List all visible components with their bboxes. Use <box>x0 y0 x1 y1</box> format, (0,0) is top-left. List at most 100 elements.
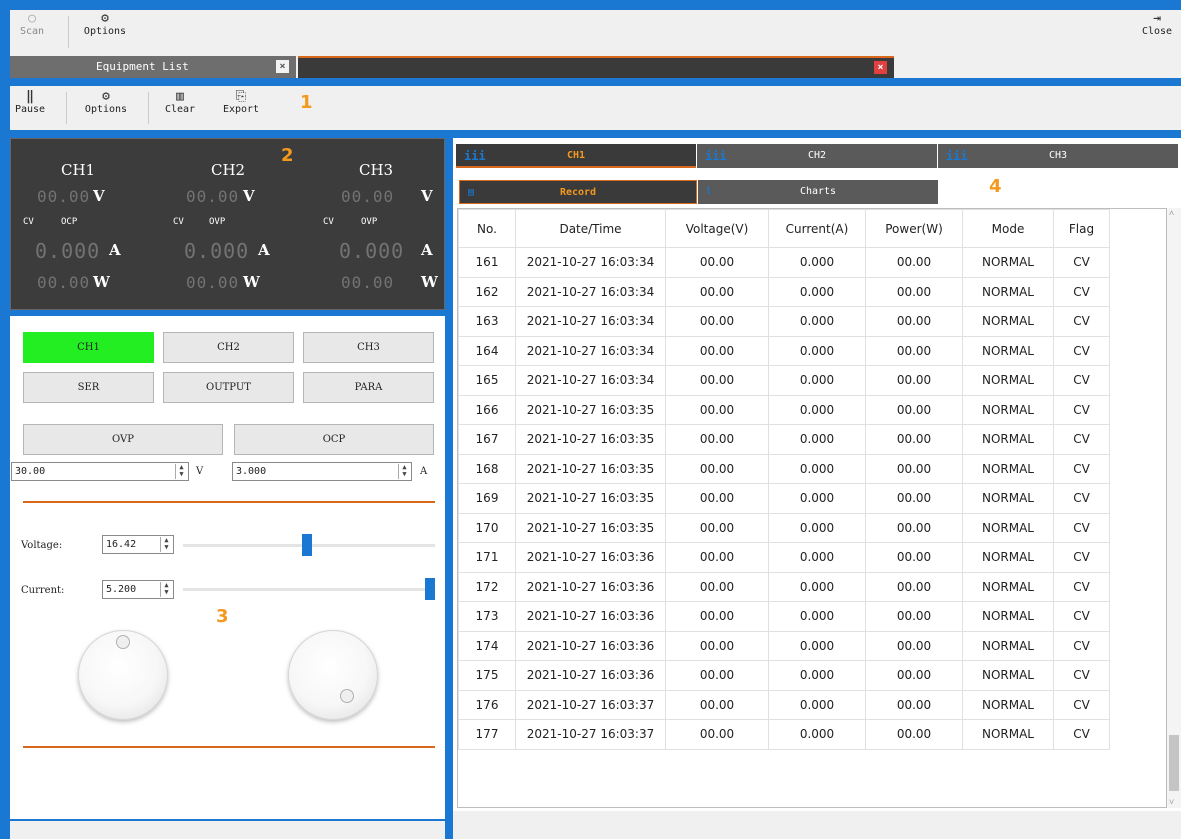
record-toolbar: ‖ Pause ⚙ Options ▥ Clear ⎘ Export 1 <box>10 86 1181 130</box>
trash-icon: ▥ <box>176 89 184 104</box>
export-button[interactable]: ⎘ Export <box>216 90 266 116</box>
column-header[interactable]: Flag <box>1053 209 1110 248</box>
options-button[interactable]: ⚙ Options <box>78 90 134 116</box>
table-row[interactable]: 170 2021-10-27 16:03:35 00.00 0.000 00.00 NOR… <box>458 512 1110 543</box>
table-cell: 0.000 <box>768 453 866 484</box>
table-row[interactable]: 167 2021-10-27 16:03:35 00.00 0.000 00.00 NOR… <box>458 424 1110 455</box>
table-cell: 2021-10-27 16:03:34 <box>515 365 666 396</box>
column-header[interactable]: Date/Time <box>515 209 666 248</box>
table-row[interactable]: 161 2021-10-27 16:03:34 00.00 0.000 00.00 NOR… <box>458 247 1110 278</box>
close-icon[interactable]: × <box>276 60 289 73</box>
options-button[interactable]: ⚙ Options <box>80 11 130 38</box>
tab-strip: Equipment List × × <box>10 54 1181 78</box>
column-header[interactable]: Voltage(V) <box>665 209 769 248</box>
table-cell: 00.00 <box>665 542 769 573</box>
records-panel: iii CH1 iii CH2 iii CH3 ▤ Record ⌇ Chart… <box>453 138 1181 839</box>
scroll-thumb[interactable] <box>1169 735 1179 791</box>
table-cell: 2021-10-27 16:03:36 <box>515 571 666 602</box>
spin-arrows-icon[interactable]: ▲ ▼ <box>398 464 410 479</box>
ch3-voltage: 00.00 <box>341 187 395 206</box>
ch3-button[interactable]: CH3 <box>303 332 434 363</box>
voltage-label: Voltage: <box>21 540 63 551</box>
tab-ch1[interactable]: iii CH1 <box>456 144 696 168</box>
table-row[interactable]: 166 2021-10-27 16:03:35 00.00 0.000 00.00 NOR… <box>458 394 1110 425</box>
ovp-input[interactable]: 30.00 ▲ ▼ <box>11 462 189 481</box>
table-cell: 00.00 <box>865 247 963 278</box>
table-cell: 175 <box>458 660 516 691</box>
tab-device[interactable]: × <box>298 56 894 78</box>
output-button[interactable]: OUTPUT <box>163 372 294 403</box>
tab-ch2[interactable]: iii CH2 <box>697 144 937 168</box>
para-button[interactable]: PARA <box>303 372 434 403</box>
ocp-button[interactable]: OCP <box>234 424 434 455</box>
spin-arrows-icon[interactable]: ▲ ▼ <box>160 537 172 552</box>
records-grid: No. Date/Time Voltage(V) Current(A) Power(W)… <box>458 209 1110 750</box>
ch1-current: 0.000 <box>35 239 101 263</box>
table-cell: CV <box>1053 394 1110 425</box>
bar-icon: iii <box>464 149 486 163</box>
ser-button[interactable]: SER <box>23 372 154 403</box>
table-cell: 2021-10-27 16:03:35 <box>515 453 666 484</box>
current-slider[interactable] <box>183 588 435 591</box>
table-cell: 0.000 <box>768 483 866 514</box>
spin-arrows-icon[interactable]: ▲ ▼ <box>160 582 172 597</box>
table-row[interactable]: 164 2021-10-27 16:03:34 00.00 0.000 00.00 NOR… <box>458 335 1110 366</box>
table-row[interactable]: 175 2021-10-27 16:03:36 00.00 0.000 00.00 NOR… <box>458 660 1110 691</box>
table-row[interactable]: 168 2021-10-27 16:03:35 00.00 0.000 00.00 NOR… <box>458 453 1110 484</box>
voltage-input[interactable]: 16.42 ▲ ▼ <box>102 535 174 554</box>
table-cell: 0.000 <box>768 365 866 396</box>
table-cell: NORMAL <box>962 719 1054 750</box>
table-row[interactable]: 171 2021-10-27 16:03:36 00.00 0.000 00.00 NOR… <box>458 542 1110 573</box>
clear-button[interactable]: ▥ Clear <box>158 89 202 116</box>
tab-equipment-list[interactable]: Equipment List × <box>10 56 296 78</box>
ocp-input[interactable]: 3.000 ▲ ▼ <box>232 462 412 481</box>
close-button[interactable]: ⇥ Close <box>1137 12 1177 38</box>
table-cell: NORMAL <box>962 424 1054 455</box>
ch1-button[interactable]: CH1 <box>23 332 154 363</box>
table-cell: 176 <box>458 689 516 720</box>
column-header[interactable]: Mode <box>962 209 1054 248</box>
voltage-knob[interactable] <box>78 630 168 720</box>
voltage-slider-thumb[interactable] <box>301 534 312 556</box>
table-cell: 00.00 <box>665 601 769 632</box>
scan-button[interactable]: ○ Scan <box>14 12 50 38</box>
scroll-down-icon[interactable]: ˅ <box>1169 797 1174 808</box>
options-label: Options <box>84 104 128 115</box>
tab-record[interactable]: ▤ Record <box>459 180 697 204</box>
tab-ch3[interactable]: iii CH3 <box>938 144 1178 168</box>
current-knob[interactable] <box>288 630 378 720</box>
column-header[interactable]: Current(A) <box>768 209 866 248</box>
table-row[interactable]: 177 2021-10-27 16:03:37 00.00 0.000 00.00 NOR… <box>458 719 1110 750</box>
table-row[interactable]: 165 2021-10-27 16:03:34 00.00 0.000 00.00 NOR… <box>458 365 1110 396</box>
column-header[interactable]: No. <box>458 209 516 248</box>
table-cell: 00.00 <box>865 394 963 425</box>
column-header[interactable]: Power(W) <box>865 209 963 248</box>
table-cell: 168 <box>458 453 516 484</box>
pause-button[interactable]: ‖ Pause <box>12 90 48 116</box>
ch1-title: CH1 <box>61 161 96 179</box>
ch2-power: 00.00 <box>186 273 240 292</box>
divider <box>66 92 67 124</box>
vertical-scrollbar[interactable]: ˄ ˅ <box>1167 208 1181 808</box>
table-cell: NORMAL <box>962 601 1054 632</box>
table-row[interactable]: 172 2021-10-27 16:03:36 00.00 0.000 00.00 NOR… <box>458 571 1110 602</box>
table-row[interactable]: 176 2021-10-27 16:03:37 00.00 0.000 00.00 NOR… <box>458 689 1110 720</box>
current-input[interactable]: 5.200 ▲ ▼ <box>102 580 174 599</box>
gear-icon: ⚙ <box>101 11 109 26</box>
scroll-up-icon[interactable]: ˄ <box>1169 208 1174 219</box>
ovp-button[interactable]: OVP <box>23 424 223 455</box>
table-row[interactable]: 162 2021-10-27 16:03:34 00.00 0.000 00.00 NOR… <box>458 276 1110 307</box>
table-cell: 0.000 <box>768 276 866 307</box>
table-cell: 169 <box>458 483 516 514</box>
current-slider-thumb[interactable] <box>425 578 435 600</box>
table-row[interactable]: 169 2021-10-27 16:03:35 00.00 0.000 00.00 NOR… <box>458 483 1110 514</box>
close-icon[interactable]: × <box>874 61 887 74</box>
table-row[interactable]: 163 2021-10-27 16:03:34 00.00 0.000 00.00 NOR… <box>458 306 1110 337</box>
ch2-button[interactable]: CH2 <box>163 332 294 363</box>
tab-charts[interactable]: ⌇ Charts <box>698 180 938 204</box>
table-cell: 2021-10-27 16:03:37 <box>515 719 666 750</box>
table-row[interactable]: 173 2021-10-27 16:03:36 00.00 0.000 00.00 NOR… <box>458 601 1110 632</box>
spin-arrows-icon[interactable]: ▲ ▼ <box>175 464 187 479</box>
table-row[interactable]: 174 2021-10-27 16:03:36 00.00 0.000 00.00 NOR… <box>458 630 1110 661</box>
marker-3: 3 <box>216 606 229 627</box>
